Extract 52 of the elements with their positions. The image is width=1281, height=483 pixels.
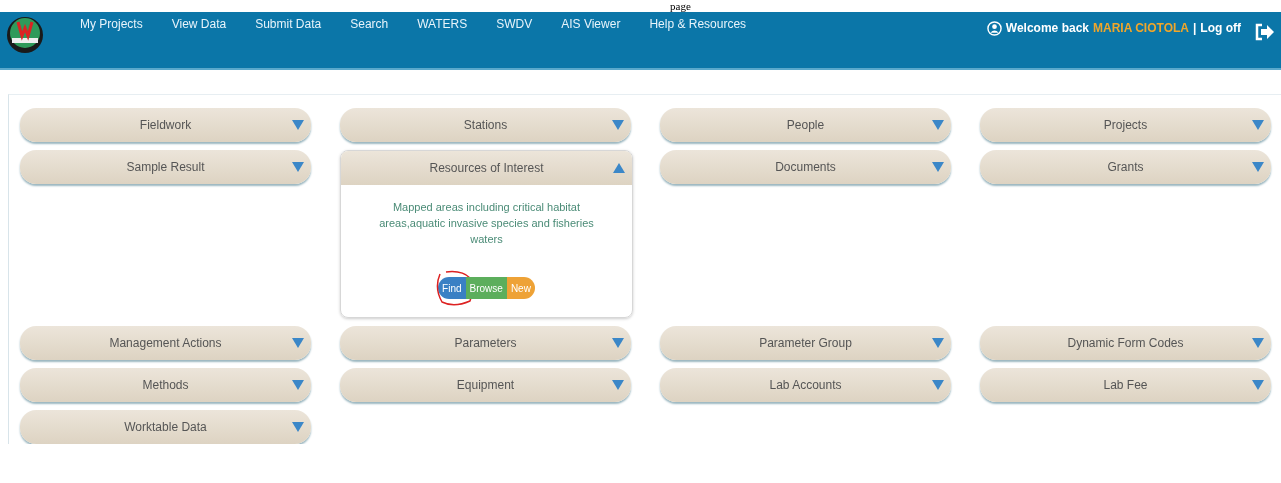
expand-icon	[291, 378, 305, 392]
nav-link[interactable]: My Projects	[80, 17, 143, 31]
panel-bar[interactable]: Dynamic Form Codes	[980, 326, 1271, 360]
expand-icon	[931, 118, 945, 132]
logo-icon	[6, 14, 44, 56]
nav-link[interactable]: WATERS	[417, 17, 468, 31]
expand-icon	[611, 336, 625, 350]
panel-bar[interactable]: Parameters	[340, 326, 631, 360]
panel-bar[interactable]: People	[660, 108, 951, 142]
expand-icon	[291, 160, 305, 174]
page-caption: page	[670, 0, 691, 12]
panel-bar[interactable]: Projects	[980, 108, 1271, 142]
expand-icon	[611, 378, 625, 392]
nav-link[interactable]: View Data	[171, 17, 227, 31]
panel-bar[interactable]: Sample Result	[20, 150, 311, 184]
panel-bar[interactable]: Lab Accounts	[660, 368, 951, 402]
expand-icon	[1251, 336, 1265, 350]
expand-icon	[291, 336, 305, 350]
expand-icon	[931, 336, 945, 350]
panel-bar[interactable]: Methods	[20, 368, 311, 402]
nav-link[interactable]: Search	[350, 17, 389, 31]
panel-bar[interactable]: Equipment	[340, 368, 631, 402]
panel-header[interactable]: Resources of Interest	[341, 151, 632, 185]
expand-icon	[1251, 160, 1265, 174]
expand-icon	[1251, 118, 1265, 132]
nav-link[interactable]: AIS Viewer	[561, 17, 621, 31]
expand-icon	[291, 420, 305, 434]
panel-bar[interactable]: Documents	[660, 150, 951, 184]
expand-icon	[291, 118, 305, 132]
panel-bar[interactable]: Worktable Data	[20, 410, 311, 444]
panel-bar[interactable]: Fieldwork	[20, 108, 311, 142]
collapse-icon	[612, 161, 626, 175]
action-button[interactable]: Find	[438, 277, 466, 299]
user-icon	[986, 20, 1002, 36]
nav-link[interactable]: Help & Resources	[649, 17, 747, 31]
welcome-text: Welcome back	[1005, 21, 1089, 35]
expand-icon	[1251, 378, 1265, 392]
nav-link[interactable]: Submit Data	[255, 17, 322, 31]
panel-description: Mapped areas including critical habitat areas,aquatic invasive species and fisheries waters	[378, 200, 595, 247]
panel-bar[interactable]: Parameter Group	[660, 326, 951, 360]
expand-icon	[931, 378, 945, 392]
panel-bar[interactable]: Lab Fee	[980, 368, 1271, 402]
logoff-link[interactable]: Log off	[1200, 21, 1241, 35]
expand-icon	[611, 118, 625, 132]
panel-bar[interactable]: Stations	[340, 108, 631, 142]
user-name: MARIA CIOTOLA	[1093, 21, 1189, 35]
panel-bar[interactable]: Management Actions	[20, 326, 311, 360]
nav-link[interactable]: SWDV	[496, 17, 533, 31]
expand-icon	[931, 160, 945, 174]
logout-icon[interactable]	[1255, 23, 1275, 41]
panel-bar[interactable]: Grants	[980, 150, 1271, 184]
separator-text: |	[1193, 21, 1197, 35]
